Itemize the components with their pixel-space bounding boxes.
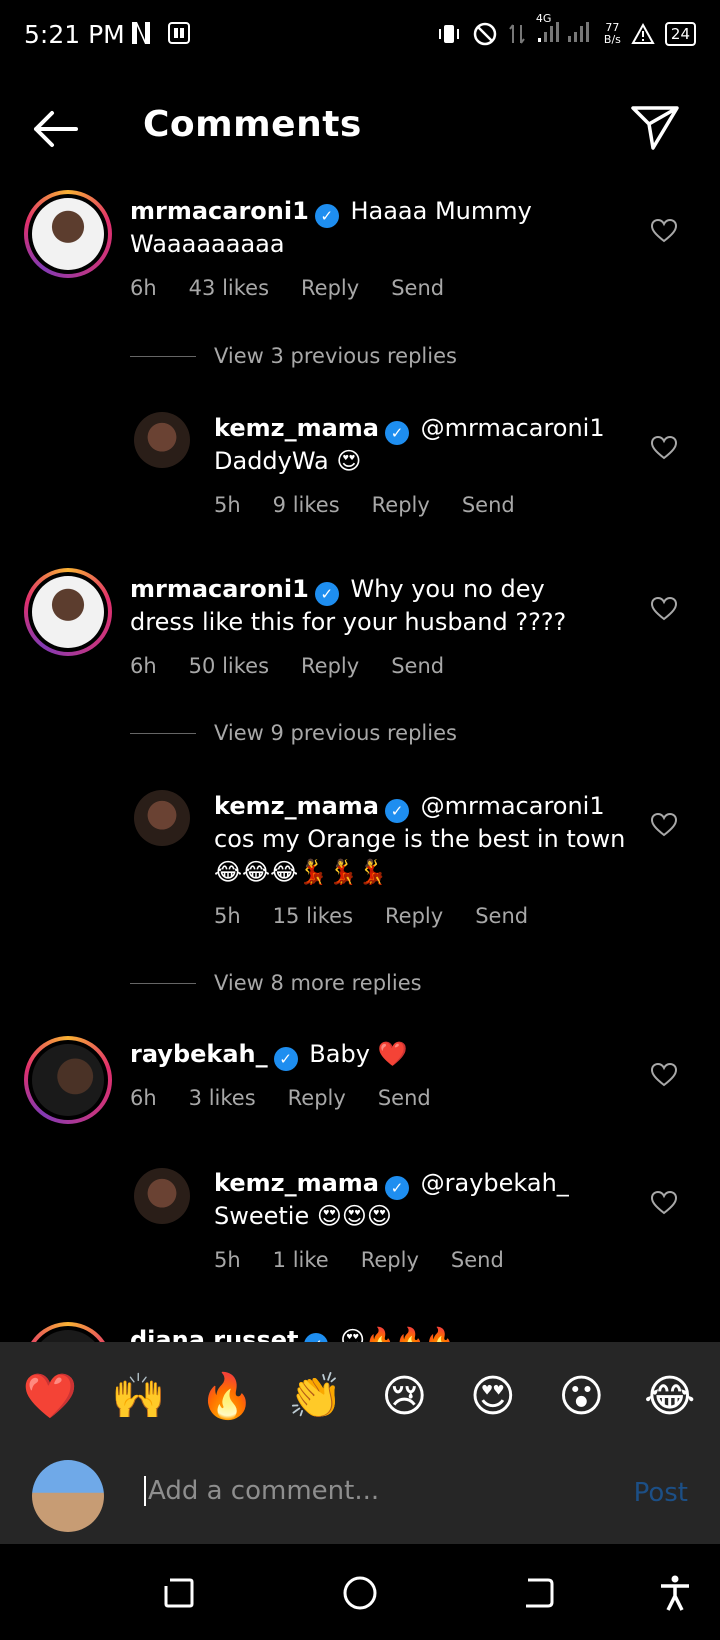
avatar[interactable] bbox=[134, 1168, 190, 1224]
avatar[interactable] bbox=[24, 568, 112, 656]
comment-username[interactable]: mrmacaroni1 bbox=[130, 197, 309, 225]
verified-badge-icon: ✓ bbox=[314, 204, 339, 228]
avatar[interactable] bbox=[24, 190, 112, 278]
reply-button[interactable]: Reply bbox=[301, 276, 359, 300]
comment-meta: 6h 50 likes Reply Send bbox=[130, 654, 445, 678]
comment-meta: 6h 43 likes Reply Send bbox=[130, 276, 445, 300]
verified-badge-icon: ✓ bbox=[384, 1176, 409, 1200]
page-title: Comments bbox=[143, 104, 362, 145]
likes-count[interactable]: 15 likes bbox=[273, 904, 353, 928]
vibrate-icon bbox=[438, 25, 459, 43]
send-button[interactable]: Send bbox=[391, 276, 444, 300]
app-notification-icon bbox=[168, 22, 190, 44]
send-button[interactable]: Send bbox=[451, 1248, 504, 1272]
reply-text: kemz_mama ✓ @mrmacaroni1 DaddyWa 😍 bbox=[214, 414, 605, 475]
likes-count[interactable]: 1 like bbox=[273, 1248, 329, 1272]
emoji-crying[interactable]: 😢 bbox=[369, 1371, 439, 1422]
reply-button[interactable]: Reply bbox=[288, 1086, 346, 1110]
comment-username[interactable]: mrmacaroni1 bbox=[130, 575, 309, 603]
warning-icon bbox=[631, 22, 655, 44]
accessibility-icon[interactable] bbox=[656, 1574, 694, 1612]
emoji-heart-eyes[interactable]: 😍 bbox=[458, 1371, 528, 1422]
back-arrow-icon[interactable] bbox=[30, 106, 80, 152]
view-previous-replies[interactable]: View 9 previous replies bbox=[130, 721, 457, 745]
comment-text: mrmacaroni1 ✓ Haaaa Mummy Waaaaaaaaa bbox=[130, 197, 532, 258]
emoji-fire[interactable]: 🔥 bbox=[192, 1370, 262, 1422]
send-button[interactable]: Send bbox=[378, 1086, 431, 1110]
likes-count[interactable]: 50 likes bbox=[189, 654, 269, 678]
recent-apps-icon[interactable] bbox=[160, 1574, 198, 1612]
like-heart-icon[interactable] bbox=[651, 1063, 677, 1087]
reply-button[interactable]: Reply bbox=[372, 493, 430, 517]
likes-count[interactable]: 3 likes bbox=[189, 1086, 256, 1110]
comment-text: raybekah_ ✓ Baby ❤️ bbox=[130, 1038, 610, 1071]
comment-composer: Add a comment... Post bbox=[0, 1450, 720, 1544]
emoji-laughing[interactable]: 😂 bbox=[635, 1371, 705, 1422]
back-icon[interactable] bbox=[520, 1574, 558, 1612]
reply-text: kemz_mama ✓ @raybekah_ Sweetie 😍😍😍 bbox=[214, 1169, 569, 1230]
reply-button[interactable]: Reply bbox=[361, 1248, 419, 1272]
comment-username[interactable]: raybekah_ bbox=[130, 1040, 268, 1068]
view-previous-replies[interactable]: View 3 previous replies bbox=[130, 344, 457, 368]
battery-indicator: 24 bbox=[664, 22, 696, 46]
likes-count[interactable]: 43 likes bbox=[189, 276, 269, 300]
netflix-icon bbox=[132, 22, 150, 44]
view-more-replies[interactable]: View 8 more replies bbox=[130, 971, 422, 995]
verified-badge-icon: ✓ bbox=[273, 1047, 298, 1071]
verified-badge-icon: ✓ bbox=[314, 582, 339, 606]
reply-username[interactable]: kemz_mama bbox=[214, 792, 379, 820]
like-heart-icon[interactable] bbox=[651, 436, 677, 460]
verified-badge-icon: ✓ bbox=[384, 799, 409, 823]
like-heart-icon[interactable] bbox=[651, 1191, 677, 1215]
send-button[interactable]: Send bbox=[475, 904, 528, 928]
header: Comments bbox=[0, 90, 720, 170]
system-nav-bar bbox=[0, 1544, 720, 1640]
avatar[interactable] bbox=[24, 1036, 112, 1124]
emoji-raising-hands[interactable]: 🙌 bbox=[104, 1370, 174, 1422]
status-time: 5:21 PM bbox=[24, 20, 125, 49]
comment-text: mrmacaroni1 ✓ Why you no dey dress like t… bbox=[130, 575, 567, 636]
network-speed: 77 B/s bbox=[603, 21, 621, 46]
verified-badge-icon: ✓ bbox=[384, 421, 409, 445]
post-button[interactable]: Post bbox=[634, 1478, 688, 1508]
network-type: 4G bbox=[535, 12, 552, 25]
likes-count[interactable]: 9 likes bbox=[273, 493, 340, 517]
comment-meta: 6h 3 likes Reply Send bbox=[130, 1086, 431, 1110]
emoji-surprised[interactable]: 😮 bbox=[546, 1371, 616, 1422]
comment-input[interactable]: Add a comment... bbox=[144, 1476, 379, 1506]
emoji-heart[interactable]: ❤️ bbox=[15, 1370, 85, 1422]
quick-emoji-bar: ❤️ 🙌 🔥 👏 😢 😍 😮 😂 bbox=[0, 1342, 720, 1450]
reply-username[interactable]: kemz_mama bbox=[214, 1169, 379, 1197]
avatar[interactable] bbox=[134, 412, 190, 468]
emoji-clapping[interactable]: 👏 bbox=[281, 1370, 351, 1422]
direct-message-icon[interactable] bbox=[630, 102, 680, 152]
status-bar: 5:21 PM 4G 77 B/s 24 bbox=[0, 0, 720, 72]
reply-text: kemz_mama ✓ @mrmacaroni1 cos my Orange is… bbox=[214, 792, 626, 886]
send-button[interactable]: Send bbox=[462, 493, 515, 517]
do-not-disturb-icon bbox=[473, 22, 497, 46]
reply-username[interactable]: kemz_mama bbox=[214, 414, 379, 442]
current-user-avatar bbox=[32, 1460, 104, 1532]
data-arrows-icon bbox=[509, 24, 525, 44]
reply-button[interactable]: Reply bbox=[301, 654, 359, 678]
reply-meta: 5h 15 likes Reply Send bbox=[214, 904, 529, 928]
home-icon[interactable] bbox=[341, 1574, 379, 1612]
like-heart-icon[interactable] bbox=[651, 813, 677, 837]
reply-meta: 5h 9 likes Reply Send bbox=[214, 493, 515, 517]
send-button[interactable]: Send bbox=[391, 654, 444, 678]
avatar[interactable] bbox=[134, 790, 190, 846]
reply-meta: 5h 1 like Reply Send bbox=[214, 1248, 504, 1272]
like-heart-icon[interactable] bbox=[651, 597, 677, 621]
reply-button[interactable]: Reply bbox=[385, 904, 443, 928]
like-heart-icon[interactable] bbox=[651, 219, 677, 243]
